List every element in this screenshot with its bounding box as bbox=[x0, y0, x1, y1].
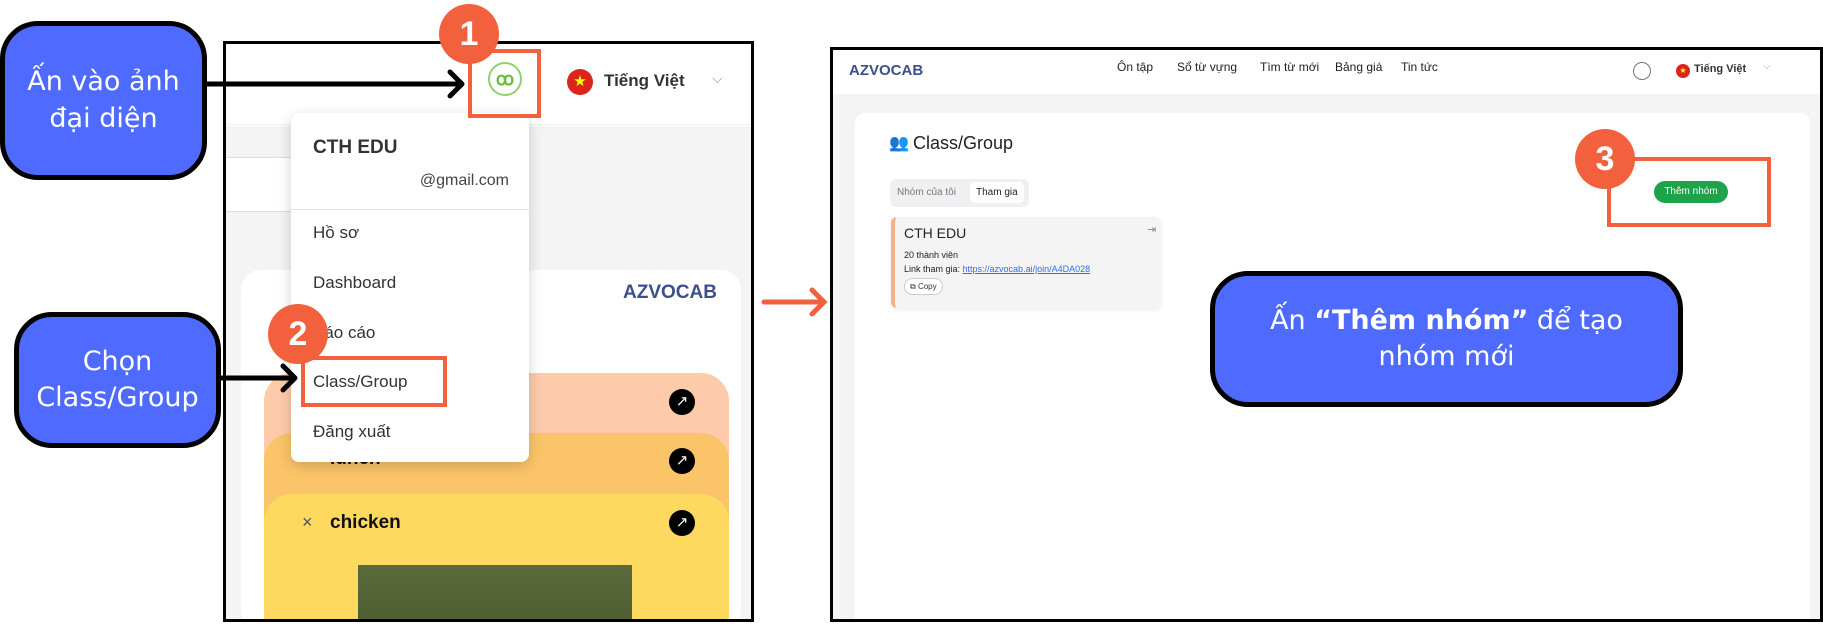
next-step-arrow bbox=[761, 287, 828, 317]
nav-vocab-book[interactable]: Sổ từ vựng bbox=[1177, 60, 1237, 74]
copy-button[interactable]: ⧉ Copy bbox=[904, 278, 943, 295]
nav-review[interactable]: Ôn tập bbox=[1117, 60, 1153, 74]
group-card: CTH EDU ⇥ 20 thành viên Link tham gia: h… bbox=[891, 217, 1161, 308]
header: AZVOCAB Ôn tập Sổ từ vựng Tìm từ mới Bản… bbox=[833, 50, 1820, 94]
tab-joined[interactable]: Tham gia bbox=[970, 182, 1024, 203]
chevron-down-icon[interactable]: ⌵ bbox=[1763, 61, 1771, 72]
join-link-label: Link tham gia: bbox=[904, 264, 963, 274]
group-icon: 👥 bbox=[889, 135, 909, 152]
group-name: CTH EDU bbox=[904, 225, 967, 241]
join-link[interactable]: https://azvocab.ai/join/A4DA028 bbox=[963, 264, 1091, 274]
step-badge-2: 2 bbox=[268, 304, 328, 364]
nav-pricing[interactable]: Bảng giá bbox=[1335, 60, 1382, 74]
nav-news[interactable]: Tin tức bbox=[1401, 60, 1438, 74]
copy-icon: ⧉ bbox=[910, 282, 918, 291]
user-icon[interactable] bbox=[1633, 62, 1651, 80]
step-badge-3: 3 bbox=[1575, 129, 1635, 189]
arrow-to-avatar bbox=[204, 69, 465, 99]
page-title: Class/Group bbox=[913, 133, 1014, 153]
language-selector[interactable]: Tiếng Việt bbox=[1694, 63, 1746, 75]
member-count: 20 thành viên bbox=[904, 250, 959, 260]
callout-class-group: Chọn Class/Group bbox=[14, 312, 221, 448]
callout-add-group: Ấn “Thêm nhóm” để tạo nhóm mới bbox=[1210, 271, 1683, 407]
callout-avatar: Ấn vào ảnh đại diện bbox=[0, 21, 207, 180]
group-tabs: Nhóm của tôi Tham gia bbox=[890, 179, 1029, 207]
nav-find-words[interactable]: Tìm từ mới bbox=[1260, 60, 1319, 74]
leave-group-icon[interactable]: ⇥ bbox=[1147, 223, 1156, 236]
step-badge-1: 1 bbox=[439, 4, 499, 64]
arrow-to-class-group bbox=[218, 363, 298, 393]
tab-my-groups[interactable]: Nhóm của tôi bbox=[897, 187, 956, 198]
logo: AZVOCAB bbox=[849, 62, 924, 79]
join-link-row: Link tham gia: https://azvocab.ai/join/A… bbox=[904, 264, 1090, 274]
vn-flag-icon: ★ bbox=[1676, 64, 1690, 78]
